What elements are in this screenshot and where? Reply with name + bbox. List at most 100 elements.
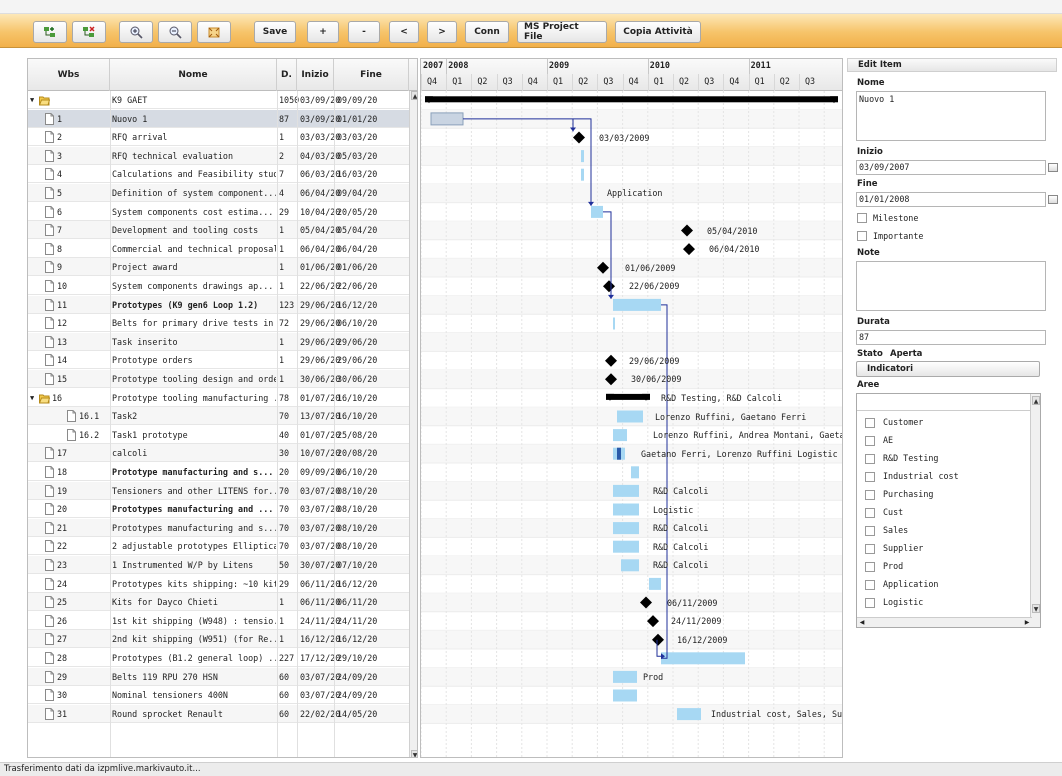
- table-row[interactable]: 27 2nd kit shipping (W951) (for Re... 1 16/…: [28, 630, 417, 649]
- scroll-down-arrow-icon[interactable]: ▼: [411, 750, 417, 757]
- table-row[interactable]: 26 1st kit shipping (W948) : tensio... 1 24…: [28, 612, 417, 630]
- table-row[interactable]: 8 Commercial and technical proposal 1 06/04…: [28, 240, 417, 258]
- table-row[interactable]: 19 Tensioners and other LITENS for... 70 03…: [28, 481, 417, 500]
- nome-cell: Prototypes (B1.2 general loop) ...: [112, 653, 276, 663]
- aree-list-item[interactable]: Industrial cost: [865, 468, 1025, 486]
- aree-item-checkbox[interactable]: [865, 418, 875, 428]
- expand-toggle-icon[interactable]: ▼: [30, 91, 34, 109]
- nome-field[interactable]: Nuovo 1: [856, 91, 1046, 141]
- gantt-quarter-label: Q2: [578, 76, 589, 86]
- fit-view-button[interactable]: [197, 21, 231, 43]
- table-row[interactable]: 2 RFQ arrival 1 03/03/20 03/03/20: [28, 128, 417, 147]
- scroll-up-arrow-icon[interactable]: ▲: [411, 91, 417, 100]
- table-row[interactable]: 30 Nominal tensioners 400N 60 03/07/20 24/09…: [28, 686, 417, 705]
- aree-list-item[interactable]: Supplier: [865, 540, 1025, 558]
- ms-project-file-button[interactable]: MS Project File: [517, 21, 607, 43]
- fine-cell: 09/04/20: [337, 188, 378, 198]
- expand-toggle-icon[interactable]: ▼: [30, 389, 34, 407]
- scroll-left-arrow-icon[interactable]: ◀: [858, 618, 866, 627]
- inizio-date-field[interactable]: 03/09/2007: [856, 160, 1046, 175]
- aree-item-checkbox[interactable]: [865, 544, 875, 554]
- aree-item-checkbox[interactable]: [865, 598, 875, 608]
- aree-list[interactable]: Customer AE R&D Testing Industrial cost Purc…: [856, 393, 1041, 628]
- zoom-in-button[interactable]: [119, 21, 153, 43]
- aree-item-checkbox[interactable]: [865, 454, 875, 464]
- calendar-icon[interactable]: [1048, 163, 1058, 172]
- aree-list-item[interactable]: Prod: [865, 558, 1025, 576]
- aree-item-checkbox[interactable]: [865, 562, 875, 572]
- milestone-checkbox[interactable]: [857, 213, 867, 223]
- scroll-down-arrow-icon[interactable]: ▼: [1032, 604, 1040, 613]
- conn-button[interactable]: Conn: [465, 21, 509, 43]
- col-header-wbs[interactable]: Wbs: [28, 59, 110, 91]
- table-row[interactable]: 18 Prototype manufacturing and s... 20 09/0…: [28, 463, 417, 481]
- page-icon: [45, 149, 54, 162]
- table-row[interactable]: 16.1 Task2 70 13/07/20 16/10/20: [28, 407, 417, 426]
- table-row[interactable]: ▼ 16 Prototype tooling manufacturing ... 78…: [28, 389, 417, 407]
- table-row[interactable]: 11 Prototypes (K9 gen6 Loop 1.2) 123 29/06/…: [28, 295, 417, 314]
- table-row[interactable]: 12 Belts for primary drive tests in W...7…: [28, 314, 417, 333]
- table-row[interactable]: 20 Prototypes manufacturing and ... 70 03/0…: [28, 500, 417, 519]
- aree-list-item[interactable]: Customer: [865, 414, 1025, 432]
- table-row[interactable]: 5 Definition of system component... 4 06/04…: [28, 184, 417, 202]
- calendar-icon[interactable]: [1048, 195, 1058, 204]
- aree-list-item[interactable]: Application: [865, 576, 1025, 594]
- fine-date-field[interactable]: 01/01/2008: [856, 192, 1046, 207]
- col-header-durata[interactable]: D.: [277, 59, 297, 91]
- save-button[interactable]: Save: [254, 21, 296, 43]
- table-row[interactable]: 25 Kits for Dayco Chieti 1 06/11/20 06/11/20: [28, 593, 417, 612]
- table-row[interactable]: 10 System components drawings ap... 1 22/06…: [28, 277, 417, 295]
- durata-field[interactable]: 87: [856, 330, 1046, 345]
- aree-item-checkbox[interactable]: [865, 508, 875, 518]
- col-header-inizio[interactable]: Inizio: [297, 59, 334, 91]
- scroll-right-arrow-icon[interactable]: ▶: [1023, 618, 1031, 627]
- table-row[interactable]: 15 Prototype tooling design and order 1 30/…: [28, 370, 417, 388]
- table-row[interactable]: 7 Development and tooling costs 1 05/04/20 0…: [28, 221, 417, 240]
- aree-list-item[interactable]: Purchasing: [865, 486, 1025, 504]
- grid-vertical-scrollbar[interactable]: ▲ ▼: [409, 91, 417, 757]
- aree-list-item[interactable]: AE: [865, 432, 1025, 450]
- table-row[interactable]: 3 RFQ technical evaluation 2 04/03/20 05/03/…: [28, 146, 417, 165]
- table-row[interactable]: 1 Nuovo 1 87 03/09/20 01/01/20: [28, 109, 417, 128]
- importante-checkbox[interactable]: [857, 231, 867, 241]
- aree-item-checkbox[interactable]: [865, 526, 875, 536]
- aree-list-item[interactable]: Logistic: [865, 594, 1025, 612]
- aree-item-checkbox[interactable]: [865, 490, 875, 500]
- col-header-nome[interactable]: Nome: [110, 59, 277, 91]
- aree-list-item[interactable]: Sales: [865, 522, 1025, 540]
- table-row[interactable]: 31 Round sprocket Renault 60 22/02/20 14/05/…: [28, 704, 417, 723]
- table-row[interactable]: 16.2 Task1 prototype 40 01/07/20 25/08/20: [28, 426, 417, 444]
- minus-button[interactable]: -: [348, 21, 380, 43]
- indicatori-button[interactable]: Indicatori: [856, 361, 1040, 377]
- note-field[interactable]: [856, 261, 1046, 311]
- scroll-up-arrow-icon[interactable]: ▲: [1032, 396, 1040, 405]
- table-row[interactable]: 28 Prototypes (B1.2 general loop) ... 227 1…: [28, 649, 417, 667]
- aree-item-checkbox[interactable]: [865, 472, 875, 482]
- add-task-button[interactable]: [33, 21, 67, 43]
- aree-list-item[interactable]: R&D Testing: [865, 450, 1025, 468]
- col-header-fine[interactable]: Fine: [334, 59, 409, 91]
- aree-item-checkbox[interactable]: [865, 436, 875, 446]
- aree-list-item[interactable]: Cust: [865, 504, 1025, 522]
- table-row[interactable]: 4 Calculations and Feasibility study 7 06/0…: [28, 165, 417, 184]
- aree-horizontal-scrollbar[interactable]: ◀ ▶: [857, 617, 1032, 627]
- table-row[interactable]: 14 Prototype orders 1 29/06/20 29/06/20: [28, 351, 417, 370]
- table-row[interactable]: 24 Prototypes kits shipping: ~10 kits 29 06…: [28, 575, 417, 593]
- table-row[interactable]: 22 2 adjustable prototypes Elliptical...7…: [28, 537, 417, 556]
- table-row[interactable]: ▼ K9 GAET 1050 03/09/20 09/09/20: [28, 91, 417, 109]
- aree-vertical-scrollbar[interactable]: ▲ ▼: [1030, 394, 1040, 627]
- table-row[interactable]: 17 calcoli 30 10/07/20 20/08/20: [28, 444, 417, 463]
- next-button[interactable]: >: [427, 21, 457, 43]
- table-row[interactable]: 6 System components cost estima... 29 10/04…: [28, 203, 417, 221]
- plus-button[interactable]: +: [307, 21, 339, 43]
- copia-attivita-button[interactable]: Copia Attività: [615, 21, 701, 43]
- table-row[interactable]: 21 Prototypes manufacturing and s... 70 03/…: [28, 518, 417, 537]
- aree-item-checkbox[interactable]: [865, 580, 875, 590]
- previous-button[interactable]: <: [389, 21, 419, 43]
- table-row[interactable]: 13 Task inserito 1 29/06/20 29/06/20: [28, 332, 417, 351]
- table-row[interactable]: 23 1 Instrumented W/P by Litens 50 30/07/20…: [28, 556, 417, 574]
- table-row[interactable]: 9 Project award 1 01/06/20 01/06/20: [28, 258, 417, 277]
- table-row[interactable]: 29 Belts 119 RPU 270 HSN 60 03/07/20 24/09/2…: [28, 667, 417, 686]
- delete-task-button[interactable]: [72, 21, 106, 43]
- zoom-out-button[interactable]: [158, 21, 192, 43]
